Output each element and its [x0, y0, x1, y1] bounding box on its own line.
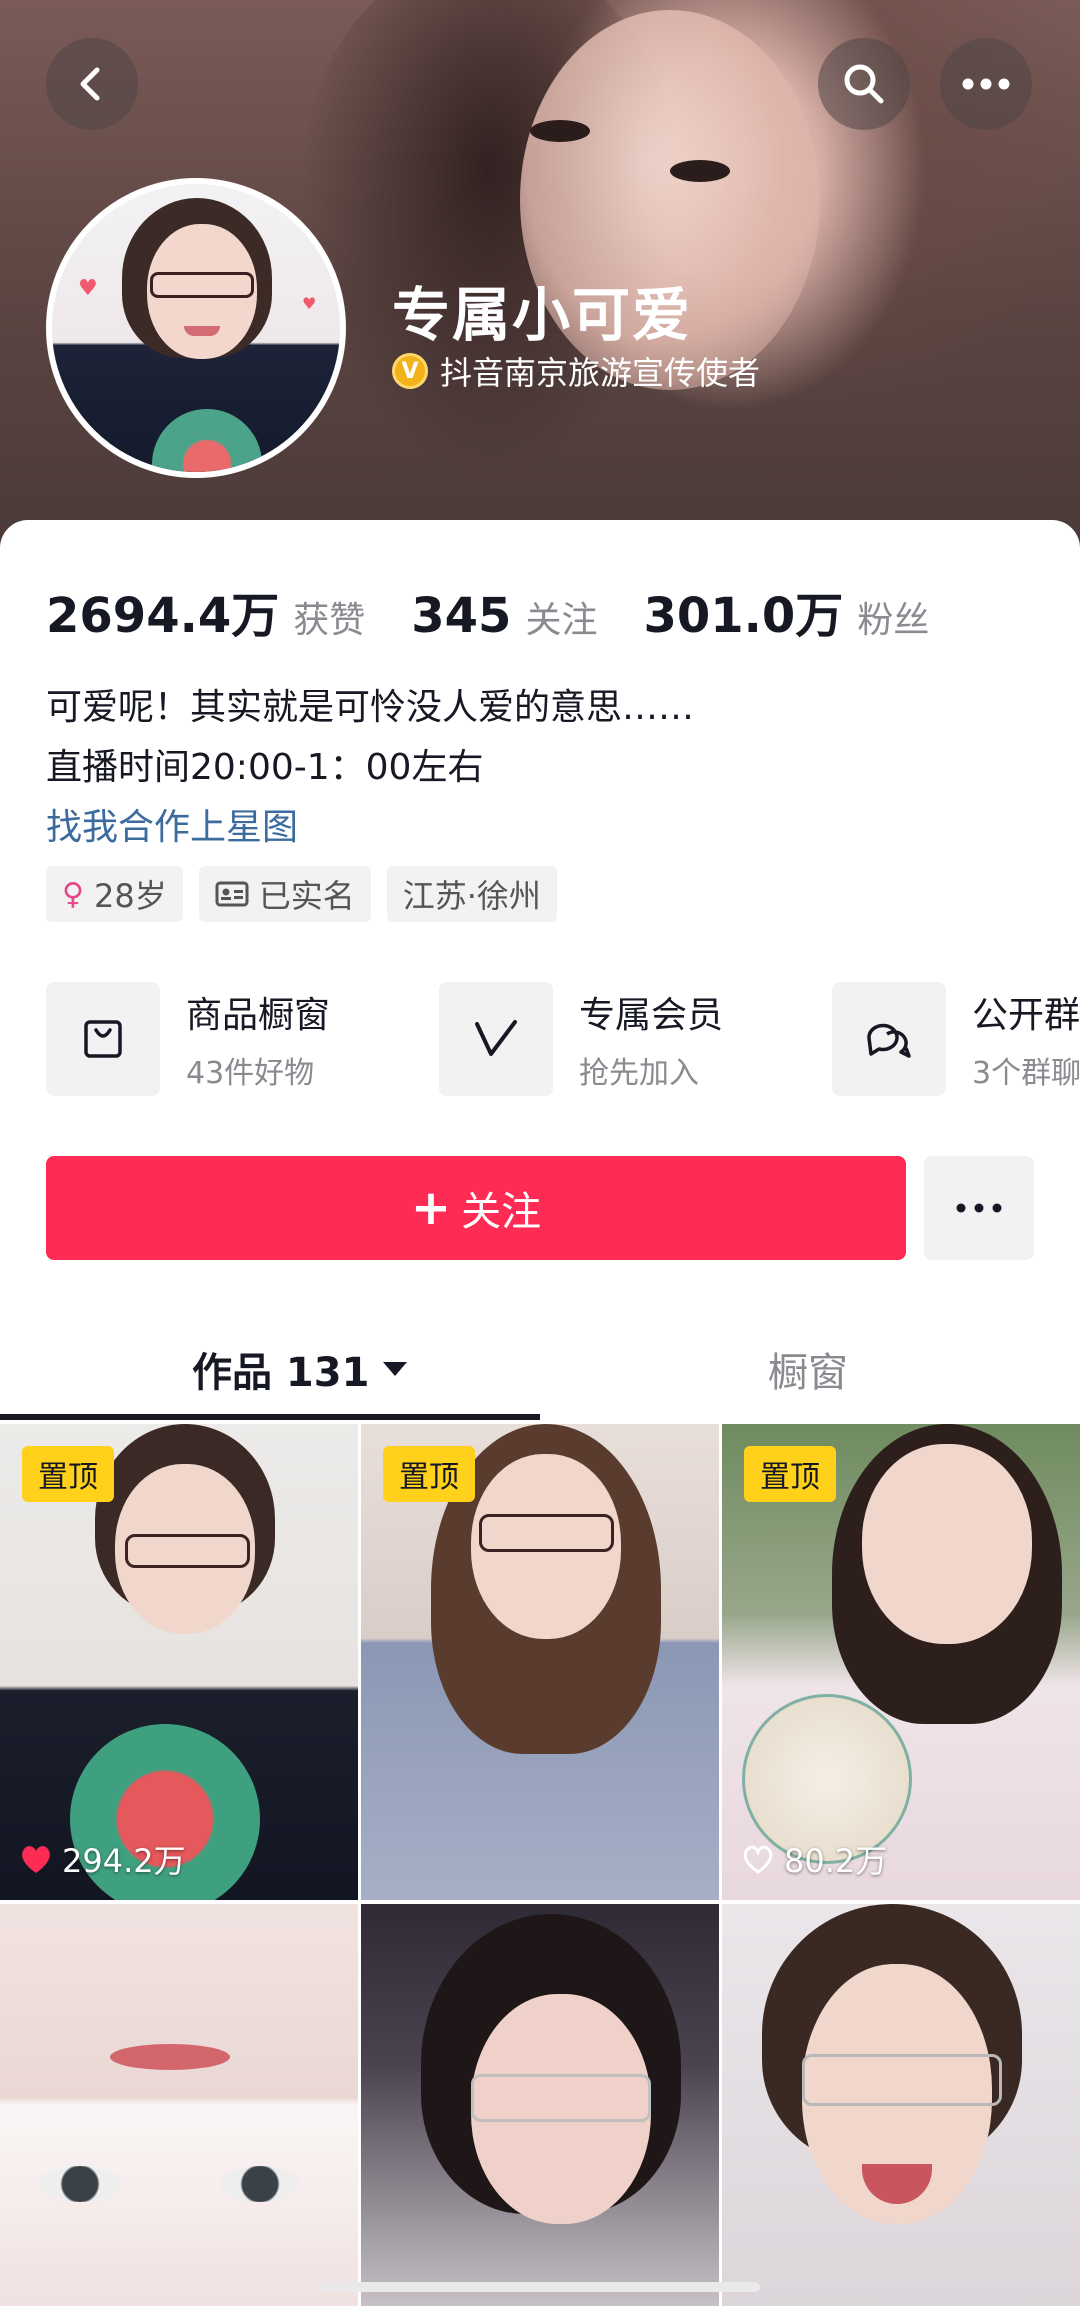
more-dots-icon: [962, 78, 1010, 90]
pinned-badge: 置顶: [744, 1446, 836, 1502]
chevron-left-icon: [80, 67, 100, 101]
id-card-icon: [215, 881, 249, 907]
heart-filled-icon: [22, 1846, 50, 1873]
watermelon-fan: [152, 409, 262, 472]
pinned-badge: 置顶: [383, 1446, 475, 1502]
like-count: 80.2万: [740, 1836, 887, 1882]
lips: [110, 2044, 230, 2070]
bio-line: 可爱呢！其实就是可怜没人爱的意思……: [46, 687, 695, 728]
chat-icon: [867, 1023, 911, 1058]
content-tabs: 作品 131 橱窗: [0, 1320, 1080, 1420]
more-dots-icon: [956, 1203, 1002, 1213]
tag-verified-identity: 已实名: [198, 866, 371, 922]
heart-sticker-icon: ♥: [302, 294, 317, 313]
stats-row: 2694.4万 获赞 345 关注 301.0万 粉丝: [46, 576, 975, 646]
profile-name: 专属小可爱: [392, 281, 693, 349]
home-indicator[interactable]: [320, 2282, 760, 2292]
back-button[interactable]: [46, 38, 138, 130]
feature-shop-window[interactable]: 商品橱窗 43件好物: [46, 982, 330, 1096]
search-button[interactable]: [818, 38, 910, 130]
video-tile[interactable]: 置顶 294.2万: [0, 1424, 358, 1900]
verified-badge-icon: V: [392, 353, 428, 389]
search-icon: [844, 64, 884, 104]
verification[interactable]: V 抖音南京旅游宣传使者: [392, 348, 760, 394]
follow-more-button[interactable]: [924, 1156, 1034, 1260]
tab-shop-window[interactable]: 橱窗: [768, 1340, 848, 1398]
tag-location: 江苏·徐州: [386, 866, 557, 922]
bag-icon: [84, 1020, 122, 1058]
feature-public-groups[interactable]: 公开群 3个群聊: [832, 982, 1080, 1096]
collaboration-link[interactable]: 找我合作上星图: [46, 798, 298, 850]
video-tile[interactable]: [0, 1904, 358, 2306]
caret-down-icon: [383, 1362, 408, 1376]
bio-line: 直播时间20:00-1：00左右: [46, 747, 484, 788]
video-tile[interactable]: [361, 1904, 719, 2306]
heart-sticker-icon: ♥: [78, 276, 98, 301]
heart-outline-icon: [743, 1845, 773, 1874]
like-count: 294.2万: [18, 1836, 186, 1882]
vip-v-icon: [475, 1020, 517, 1056]
tag-age: ♀ 28岁: [46, 866, 183, 922]
profile-banner: ♥ ♥ 专属小可爱 V 抖音南京旅游宣传使者: [0, 0, 1080, 560]
tab-indicator: [0, 1414, 540, 1420]
video-tile[interactable]: 置顶: [361, 1424, 719, 1900]
banner-photo-eye: [670, 160, 730, 182]
avatar[interactable]: ♥ ♥: [46, 178, 346, 478]
verification-text: 抖音南京旅游宣传使者: [440, 354, 761, 392]
stat-likes[interactable]: 2694.4万 获赞: [46, 576, 365, 646]
profile-tags: ♀ 28岁 已实名 江苏·徐州: [46, 866, 557, 922]
video-tile[interactable]: [722, 1904, 1080, 2306]
video-grid: 置顶 294.2万 置顶 置顶 80.2万: [0, 1424, 1080, 2306]
stat-following[interactable]: 345 关注: [411, 588, 597, 644]
follow-button[interactable]: + 关注: [46, 1156, 906, 1260]
plus-icon: +: [410, 1180, 452, 1236]
more-options-button[interactable]: [940, 38, 1032, 130]
profile-card: 2694.4万 获赞 345 关注 301.0万 粉丝 可爱呢！其实就是可怜没人…: [0, 520, 1080, 1420]
feature-vip-member[interactable]: 专属会员 抢先加入: [439, 982, 723, 1096]
tab-works[interactable]: 作品 131: [192, 1340, 408, 1398]
video-tile[interactable]: 置顶 80.2万: [722, 1424, 1080, 1900]
banner-photo-eye: [530, 120, 590, 142]
stat-followers[interactable]: 301.0万 粉丝: [643, 576, 929, 646]
pinned-badge: 置顶: [22, 1446, 114, 1502]
female-icon: ♀: [62, 876, 84, 912]
feature-entries: 商品橱窗 43件好物 专属会员 抢先加入 公开群 3个群聊: [46, 982, 1080, 1102]
